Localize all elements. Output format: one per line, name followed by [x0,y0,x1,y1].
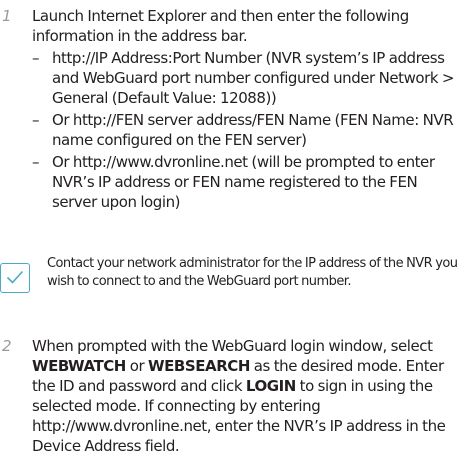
bullet-item-dvronline: – Or http://www.dvronline.net (will be p… [32,152,462,212]
step-2-number: 2 [2,337,12,355]
bullet-text: Or http://FEN server address/FEN Name (F… [52,111,454,149]
bullet-text: http://IP Address:Port Number (NVR syste… [52,49,455,107]
step-1-number: 1 [2,7,12,25]
websearch-mode-label: WEBSEARCH [148,357,250,375]
bullet-item-ip-port: – http://IP Address:Port Number (NVR sys… [32,48,462,108]
bullet-dash: – [32,49,40,67]
step-1-text: Launch Internet Explorer and then enter … [32,7,409,45]
step-2-text-part: When prompted with the WebGuard login wi… [32,337,433,355]
webwatch-mode-label: WEBWATCH [32,357,126,375]
bullet-dash: – [32,153,40,171]
bullet-dash: – [32,111,40,129]
checkmark-icon [0,263,30,293]
login-label: LOGIN [245,377,296,395]
bullet-text: Or http://www.dvronline.net (will be pro… [52,153,435,211]
step-2-text: When prompted with the WebGuard login wi… [32,336,462,456]
note-text: Contact your network administrator for t… [47,256,458,289]
bullet-item-fen: – Or http://FEN server address/FEN Name … [32,110,462,150]
step-2-text-part: or [125,357,149,375]
step-1-bullet-list: – http://IP Address:Port Number (NVR sys… [32,48,462,214]
